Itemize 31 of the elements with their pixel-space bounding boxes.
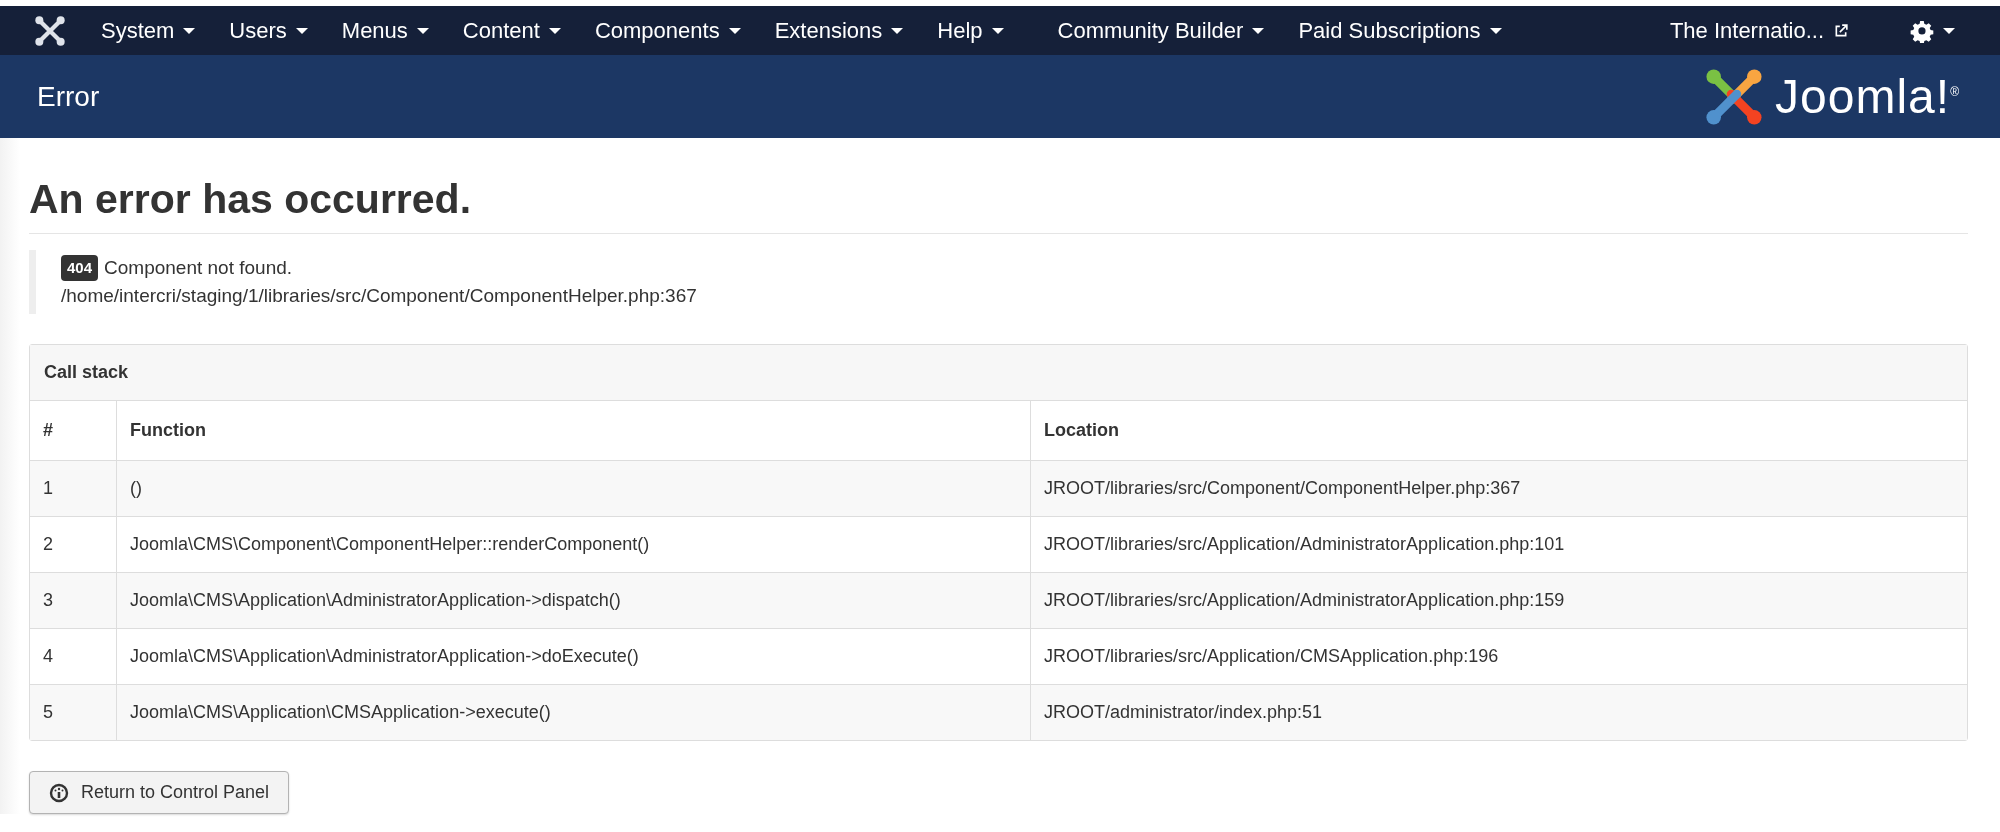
column-header: # [30, 401, 117, 461]
nav-menu[interactable]: Community Builder [1040, 17, 1282, 44]
table-cell: Joomla\CMS\Application\AdministratorApplication->dispatch() [116, 572, 1031, 629]
error-code-badge: 404 [61, 255, 99, 281]
table-cell: 1 [30, 460, 117, 517]
nav-menu[interactable]: Components [577, 17, 758, 44]
panel-title: Call stack [44, 362, 129, 383]
site-link[interactable]: The Internatio... [1652, 17, 1865, 44]
nav-menu[interactable]: Users [212, 17, 325, 44]
nav-menu[interactable]: Content [445, 17, 578, 44]
page-title: Error [37, 80, 100, 113]
table-cell: 5 [30, 684, 117, 740]
table-cell: Joomla\CMS\Application\CMSApplication->execute() [116, 684, 1031, 740]
nav-menu[interactable]: Extensions [757, 17, 921, 44]
table-cell: JROOT/libraries/src/Component/ComponentHelper.php:367 [1030, 460, 1967, 517]
brand-name: Joomla!$^{®}$ [1775, 69, 1960, 124]
table-cell: JROOT/libraries/src/Application/AdministratorApplication.php:159 [1030, 572, 1967, 629]
settings-icon [1910, 18, 1934, 43]
error-message: Component not found. [104, 256, 293, 280]
external-link-icon [1834, 23, 1848, 38]
dashboard-icon [49, 782, 69, 803]
nav-menu[interactable]: Menus [324, 17, 446, 44]
error-heading: An error has occurred. [29, 138, 1968, 234]
table-cell: 3 [30, 572, 117, 629]
nav-menu[interactable]: Help [920, 17, 1021, 44]
table-cell: JROOT/administrator/index.php:51 [1030, 684, 1967, 740]
error-path: /home/intercri/staging/1/libraries/src/Component/ComponentHelper.php:367 [61, 284, 698, 308]
table-cell: () [116, 460, 1031, 517]
return-button[interactable]: Return to Control Panel [29, 771, 290, 814]
nav-menu[interactable]: Paid Subscriptions [1281, 17, 1519, 44]
nav-menu[interactable]: System [84, 17, 213, 44]
